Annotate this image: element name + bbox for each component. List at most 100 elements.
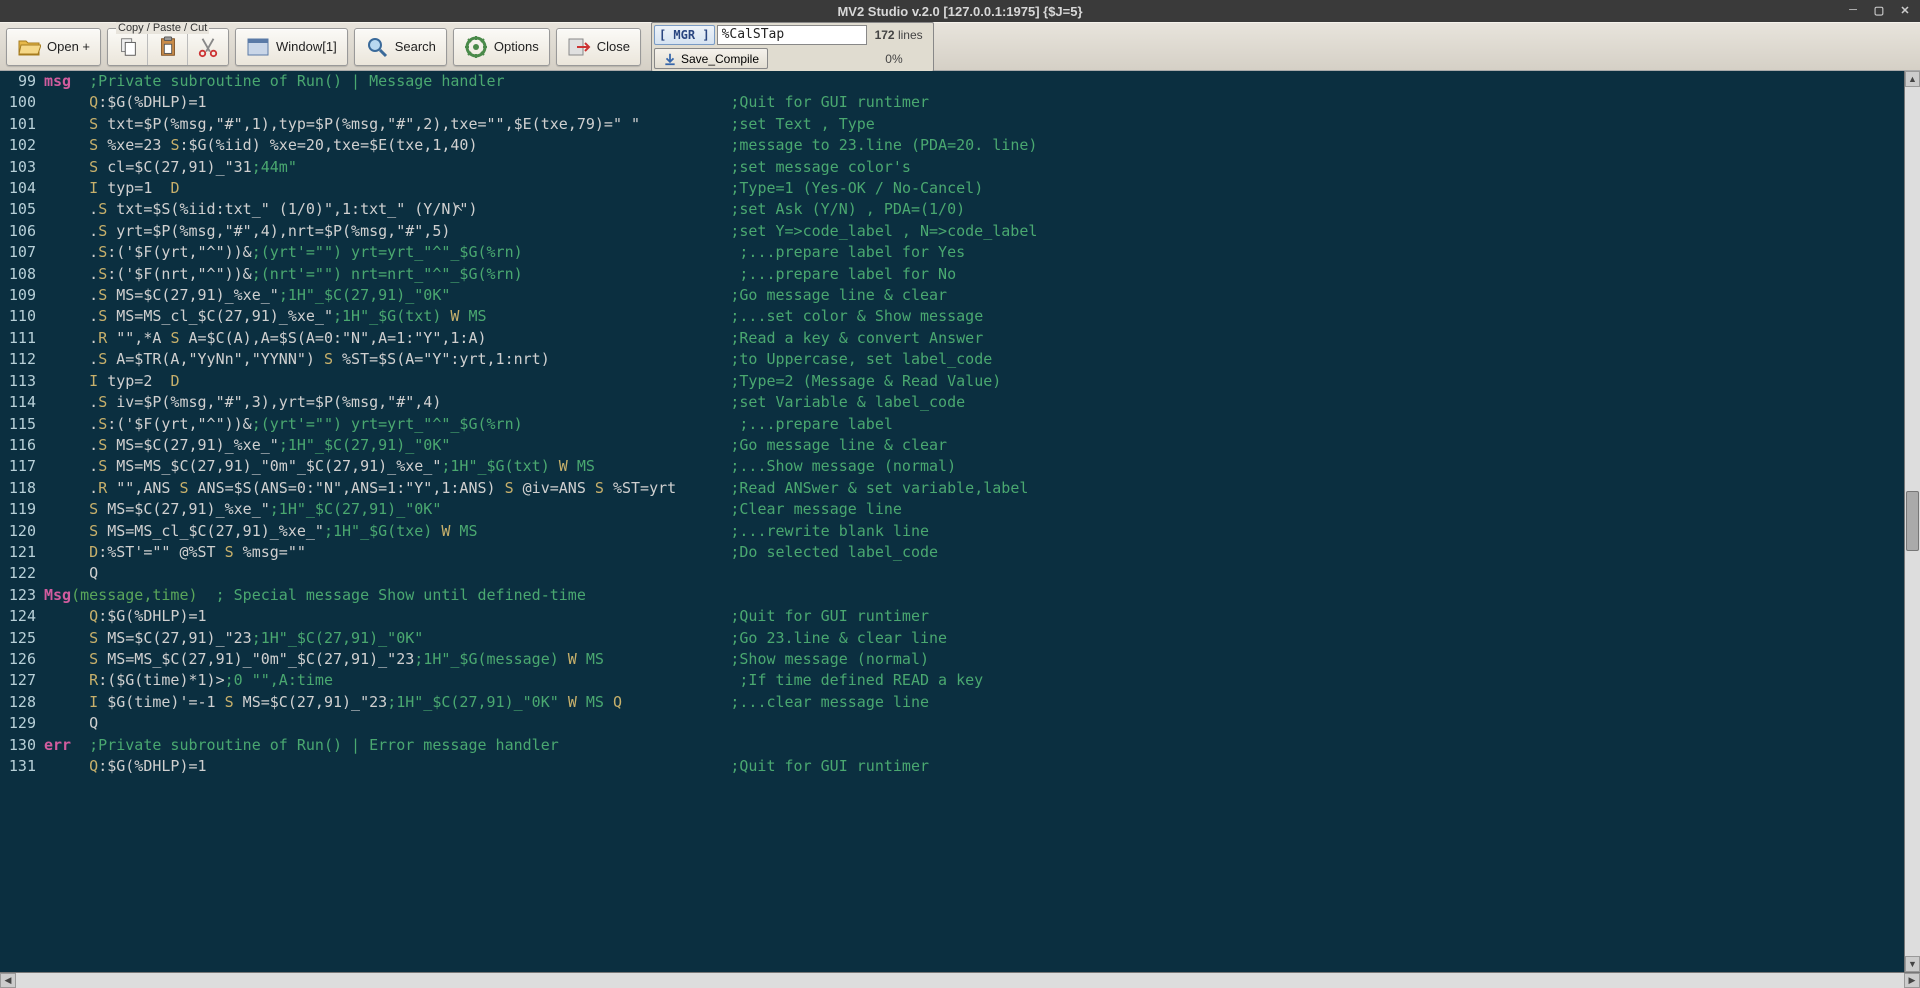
copy-icon	[117, 36, 139, 58]
line-number: 120	[0, 521, 44, 542]
scroll-down-icon[interactable]: ▼	[1905, 956, 1920, 972]
copy-paste-cut-label: Copy / Paste / Cut	[116, 22, 209, 34]
code-line[interactable]: 103 S cl=$C(27,91)_"31;44m" ;set message…	[0, 157, 1904, 178]
minimize-icon[interactable]: ─	[1842, 0, 1864, 20]
close-label: Close	[597, 39, 630, 54]
window-icon	[246, 35, 270, 59]
code-line[interactable]: 109 .S MS=$C(27,91)_%xe_";1H"_$C(27,91)_…	[0, 285, 1904, 306]
open-icon	[17, 35, 41, 59]
code-line[interactable]: 105 .S txt=$S(%iid:txt_" (1/0)",1:txt_" …	[0, 199, 1904, 220]
code-line[interactable]: 116 .S MS=$C(27,91)_%xe_";1H"_$C(27,91)_…	[0, 435, 1904, 456]
code-line[interactable]: 121 D:%ST'="" @%ST S %msg="" ;Do selecte…	[0, 542, 1904, 563]
code-line[interactable]: 127 R:($G(time)*1)>;0 "",A:time ;If time…	[0, 670, 1904, 691]
line-number: 127	[0, 670, 44, 691]
window-label: Window[1]	[276, 39, 337, 54]
code-line[interactable]: 100 Q:$G(%DHLP)=1 ;Quit for GUI runtimer	[0, 92, 1904, 113]
save-compile-button[interactable]: Save_Compile	[654, 48, 768, 69]
namespace-badge[interactable]: [ MGR ]	[654, 25, 715, 45]
code-line[interactable]: 131 Q:$G(%DHLP)=1 ;Quit for GUI runtimer	[0, 756, 1904, 777]
line-number: 121	[0, 542, 44, 563]
line-number: 119	[0, 499, 44, 520]
code-line[interactable]: 117 .S MS=MS_$C(27,91)_"0m"_$C(27,91)_%x…	[0, 456, 1904, 477]
line-number: 131	[0, 756, 44, 777]
line-number: 110	[0, 306, 44, 327]
search-icon	[365, 35, 389, 59]
line-number: 104	[0, 178, 44, 199]
line-number: 100	[0, 92, 44, 113]
save-label: Save_Compile	[681, 52, 759, 66]
code-line[interactable]: 110 .S MS=MS_cl_$C(27,91)_%xe_";1H"_$G(t…	[0, 306, 1904, 327]
line-number: 128	[0, 692, 44, 713]
line-number: 108	[0, 264, 44, 285]
scroll-left-icon[interactable]: ◀	[0, 973, 16, 988]
line-number: 122	[0, 563, 44, 584]
code-line[interactable]: 106 .S yrt=$P(%msg,"#",4),nrt=$P(%msg,"#…	[0, 221, 1904, 242]
code-line[interactable]: 104 I typ=1 D ;Type=1 (Yes-OK / No-Cance…	[0, 178, 1904, 199]
line-number: 125	[0, 628, 44, 649]
horizontal-scrollbar[interactable]: ◀ ▶	[0, 972, 1920, 988]
line-number: 101	[0, 114, 44, 135]
line-number: 111	[0, 328, 44, 349]
close-window-icon[interactable]: ✕	[1894, 0, 1916, 20]
code-line[interactable]: 128 I $G(time)'=-1 S MS=$C(27,91)_"23;1H…	[0, 692, 1904, 713]
code-line[interactable]: 120 S MS=MS_cl_$C(27,91)_%xe_";1H"_$G(tx…	[0, 521, 1904, 542]
open-button[interactable]: Open +	[6, 28, 101, 66]
code-line[interactable]: 99msg ;Private subroutine of Run() | Mes…	[0, 71, 1904, 92]
code-line[interactable]: 118 .R "",ANS S ANS=$S(ANS=0:"N",ANS=1:"…	[0, 478, 1904, 499]
titlebar: MV2 Studio v.2.0 [127.0.0.1:1975] {$J=5}…	[0, 0, 1920, 22]
routine-input[interactable]	[717, 25, 867, 45]
code-line[interactable]: 115 .S:('$F(yrt,"^"))&;(yrt'="") yrt=yrt…	[0, 414, 1904, 435]
line-number: 115	[0, 414, 44, 435]
line-number: 118	[0, 478, 44, 499]
paste-icon	[157, 36, 179, 58]
scroll-up-icon[interactable]: ▲	[1905, 71, 1920, 87]
code-line[interactable]: 107 .S:('$F(yrt,"^"))&;(yrt'="") yrt=yrt…	[0, 242, 1904, 263]
line-number: 114	[0, 392, 44, 413]
search-label: Search	[395, 39, 436, 54]
code-line[interactable]: 129 Q	[0, 713, 1904, 734]
code-line[interactable]: 122 Q	[0, 563, 1904, 584]
hscroll-track[interactable]	[16, 973, 1904, 988]
code-line[interactable]: 111 .R "",*A S A=$C(A),A=$S(A=0:"N",A=1:…	[0, 328, 1904, 349]
close-button[interactable]: Close	[556, 28, 641, 66]
line-number: 130	[0, 735, 44, 756]
window-controls: ─ ▢ ✕	[1842, 0, 1916, 20]
line-number: 116	[0, 435, 44, 456]
code-line[interactable]: 101 S txt=$P(%msg,"#",1),typ=$P(%msg,"#"…	[0, 114, 1904, 135]
line-number: 109	[0, 285, 44, 306]
options-label: Options	[494, 39, 539, 54]
code-line[interactable]: 114 .S iv=$P(%msg,"#",3),yrt=$P(%msg,"#"…	[0, 392, 1904, 413]
search-button[interactable]: Search	[354, 28, 447, 66]
line-number: 103	[0, 157, 44, 178]
line-number: 113	[0, 371, 44, 392]
line-number: 102	[0, 135, 44, 156]
maximize-icon[interactable]: ▢	[1868, 0, 1890, 20]
line-number: 129	[0, 713, 44, 734]
code-line[interactable]: 112 .S A=$TR(A,"YyNn","YYNN") S %ST=$S(A…	[0, 349, 1904, 370]
code-line[interactable]: 102 S %xe=23 S:$G(%iid) %xe=20,txe=$E(tx…	[0, 135, 1904, 156]
window-button[interactable]: Window[1]	[235, 28, 348, 66]
main-toolbar: Open + Window[1] Search Options Close [ …	[0, 22, 1920, 71]
vertical-scrollbar[interactable]: ▲ ▼	[1904, 71, 1920, 972]
options-button[interactable]: Options	[453, 28, 550, 66]
compile-progress: 0%	[885, 52, 932, 66]
open-label: Open +	[47, 39, 90, 54]
code-line[interactable]: 113 I typ=2 D ;Type=2 (Message & Read Va…	[0, 371, 1904, 392]
code-line[interactable]: 119 S MS=$C(27,91)_%xe_";1H"_$C(27,91)_"…	[0, 499, 1904, 520]
line-number: 112	[0, 349, 44, 370]
line-number: 105	[0, 199, 44, 220]
line-number: 117	[0, 456, 44, 477]
code-editor[interactable]: ↖ 99msg ;Private subroutine of Run() | M…	[0, 71, 1904, 972]
code-line[interactable]: 130err ;Private subroutine of Run() | Er…	[0, 735, 1904, 756]
code-line[interactable]: 126 S MS=MS_$C(27,91)_"0m"_$C(27,91)_"23…	[0, 649, 1904, 670]
line-number: 106	[0, 221, 44, 242]
cut-icon	[197, 36, 219, 58]
file-panel: [ MGR ] 172 lines Save_Compile 0%	[651, 22, 934, 72]
code-line[interactable]: 123Msg(message,time) ; Special message S…	[0, 585, 1904, 606]
code-line[interactable]: 108 .S:('$F(nrt,"^"))&;(nrt'="") nrt=nrt…	[0, 264, 1904, 285]
line-number: 126	[0, 649, 44, 670]
code-line[interactable]: 125 S MS=$C(27,91)_"23;1H"_$C(27,91)_"0K…	[0, 628, 1904, 649]
scroll-thumb[interactable]	[1906, 491, 1919, 551]
code-line[interactable]: 124 Q:$G(%DHLP)=1 ;Quit for GUI runtimer	[0, 606, 1904, 627]
scroll-right-icon[interactable]: ▶	[1904, 973, 1920, 988]
